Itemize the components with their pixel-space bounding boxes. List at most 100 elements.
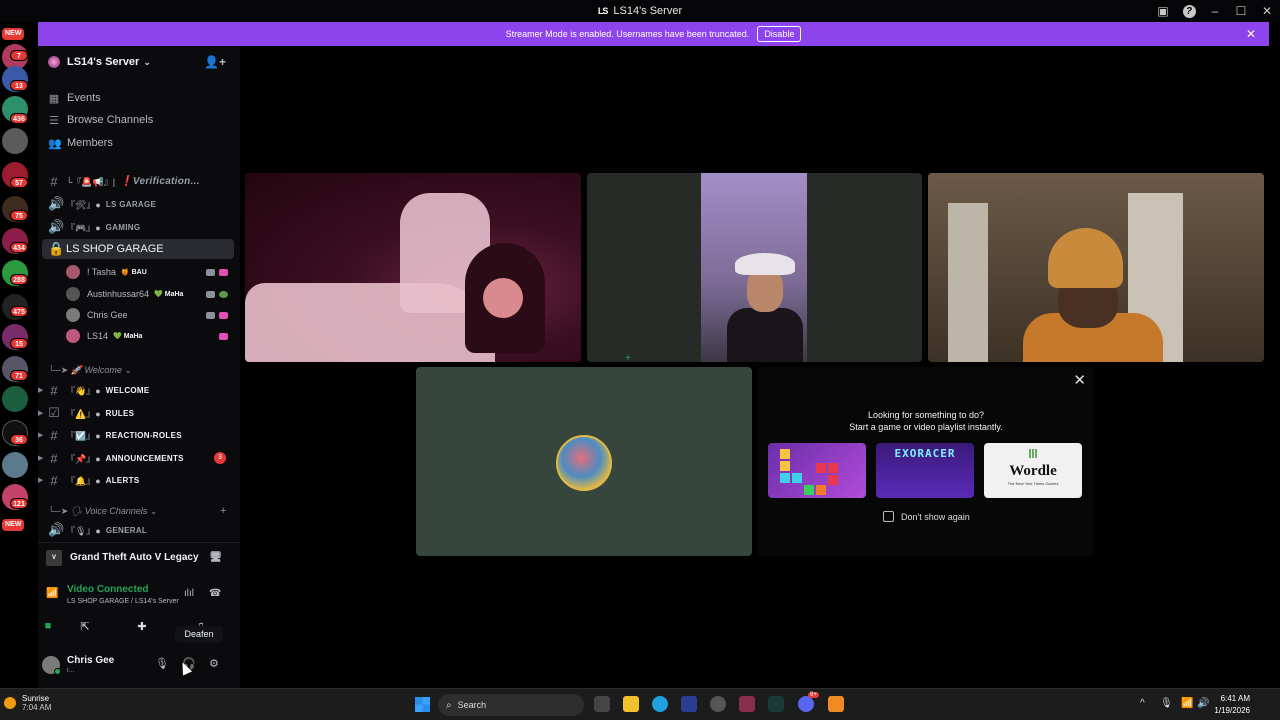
server-icon[interactable] [2,452,28,478]
chevron-right-icon: ▶ [38,432,44,439]
microphone-tray-icon[interactable]: 🎙 [1160,698,1173,709]
hash-icon: # [50,173,58,189]
stream-game-icon[interactable]: 🖥 [209,552,222,563]
edge-icon[interactable] [652,696,668,712]
window-title: LS LS14's Server [597,5,683,17]
task-view-icon[interactable] [594,696,610,712]
channel-announcements[interactable]: ▶ # 『📌』● ANNOUNCEMENTS 3 [38,448,234,468]
dont-show-again-checkbox[interactable]: Don't show again [883,511,970,522]
video-tile[interactable] [928,173,1264,362]
members-icon: 👥 [48,137,62,150]
discord-window: LS LS14's Server ▣ ? – ☐ ✕ NEW 7 13 436 … [0,0,1280,720]
obs-icon[interactable] [739,696,755,712]
server-icon[interactable] [2,386,28,412]
gear-icon[interactable]: ⚙ [209,657,219,670]
taskbar-search[interactable]: ⌕ Search [438,694,584,716]
voice-user[interactable]: Austinhussar64 💚 MaHa [66,284,232,304]
category-voice-channels[interactable]: └─➤ 🗣 Voice Channels ⌄ + [48,503,226,519]
video-tile[interactable]: + [587,173,922,362]
disable-button[interactable]: Disable [757,26,802,42]
channel-gaming[interactable]: 🔊 『🎮』● GAMING [38,217,234,237]
voice-user[interactable]: ! Tasha 🍯 BAU [66,262,232,282]
sun-icon [4,697,16,709]
user-name[interactable]: Chris Gee [67,655,114,666]
voice-status[interactable]: Video Connected [67,584,149,595]
nav-events[interactable]: ▦ Events [48,88,101,108]
settings-app-icon[interactable] [710,696,726,712]
maximize-button[interactable]: ☐ [1228,0,1254,22]
voice-user[interactable]: LS14 💚 MaHa [66,326,232,346]
server-icon[interactable] [2,128,28,154]
checkbox[interactable] [883,511,894,522]
game-card-wordle[interactable]: Wordle The New York Times Games [984,443,1082,498]
deafen-tooltip: Deafen [175,626,223,643]
channel-general[interactable]: 🔊 『🎙』● GENERAL [38,520,234,540]
rules-icon: ☑ [48,405,60,420]
voice-location[interactable]: LS SHOP GARAGE / LS14's Server [67,598,179,605]
minimize-button[interactable]: – [1202,0,1228,22]
video-tile[interactable] [245,173,581,362]
start-button[interactable] [415,697,430,712]
channel-verification[interactable]: # └『🚨📢』| ❗Verification... [38,171,234,191]
speaker-icon: 🔊 [48,196,65,211]
activities-button[interactable]: ✚ [116,616,168,636]
server-header[interactable]: LS14's Server ⌄ 👤+ [38,46,240,78]
avatar [66,329,80,343]
file-explorer-icon[interactable] [623,696,639,712]
hash-icon: # [50,472,58,488]
nav-members[interactable]: 👥 Members [48,133,113,153]
system-clock[interactable]: 6:41 AM 1/19/2026 [1214,693,1250,717]
voice-connection-panel: 📶 Video Connected LS SHOP GARAGE / LS14'… [38,580,240,610]
close-window-button[interactable]: ✕ [1254,0,1280,22]
signal-icon[interactable]: 📶 [46,588,58,599]
avatar [66,308,80,322]
chevron-up-icon[interactable]: ^ [1140,698,1145,709]
nav-browse-channels[interactable]: ☰ Browse Channels [48,110,153,130]
hash-icon: # [50,427,58,443]
game-activity[interactable]: V Grand Theft Auto V Legacy 🖥 [38,542,240,572]
invite-people-icon[interactable]: 👤+ [204,55,226,69]
microphone-icon[interactable]: 🎙 [155,657,169,670]
mention-badge: 71 [10,370,28,381]
chevron-right-icon: ▶ [38,477,44,484]
voice-user[interactable]: Chris Gee [66,305,232,325]
game-card-exoracer[interactable]: EXORACER [876,443,974,498]
mention-badge: 36 [10,434,28,445]
channel-welcome[interactable]: ▶ # 『👋』● WELCOME [38,380,234,400]
user-status-text: i... [67,667,75,674]
banner-text: Streamer Mode is enabled. Usernames have… [505,29,750,39]
close-banner-icon[interactable]: ✕ [1246,27,1256,41]
calendar-icon: ▦ [48,92,60,105]
disconnect-icon[interactable]: ☎ [209,588,221,599]
weather-widget[interactable]: Sunrise 7:04 AM [4,694,51,712]
category-welcome[interactable]: └─➤ 🚀 Welcome ⌄ [48,362,132,378]
close-icon[interactable]: ✕ [1073,371,1086,389]
channel-alerts[interactable]: ▶ # 『🔔』● ALERTS [38,470,234,490]
camera-icon [206,268,215,276]
user-avatar [556,435,612,491]
volume-icon[interactable]: 🔊 [1197,698,1209,709]
add-channel-icon[interactable]: + [220,505,226,517]
windows-taskbar: Sunrise 7:04 AM ⌕ Search 9+ ^ 🎙 📶 🔊 6:41… [0,688,1280,720]
mention-badge: 434 [10,242,28,253]
camera-icon [206,311,215,319]
inbox-icon[interactable]: ▣ [1150,0,1176,22]
channel-reaction-roles[interactable]: ▶ # 『☑️』● REACTION-ROLES [38,425,234,445]
audio-only-tile[interactable] [416,367,752,556]
app-icon[interactable] [828,696,844,712]
channel-ls-garage[interactable]: 🔊 『🛠』● LS GARAGE [38,194,234,214]
channel-ls-shop-garage[interactable]: 🔒 LS SHOP GARAGE [42,239,234,259]
channel-sidebar: LS14's Server ⌄ 👤+ ▦ Events ☰ Browse Cha… [38,46,240,688]
channel-rules[interactable]: ▶ ☑ 『⚠️』● RULES [38,403,234,423]
game-card-blocks[interactable] [768,443,866,498]
help-icon[interactable]: ? [1176,0,1202,22]
suggestion-heading: Looking for something to do? [867,410,985,420]
share-screen-button[interactable]: ⇱ [59,616,111,636]
server-name: LS14's Server [67,56,140,68]
wifi-icon[interactable]: 📶 [1181,698,1193,709]
discord-icon[interactable] [798,696,814,712]
server-rail: NEW 7 13 436 57 75 434 288 475 15 71 36 … [0,22,38,688]
terminal-icon[interactable] [768,696,784,712]
app-l-icon[interactable] [681,696,697,712]
noise-suppression-icon[interactable]: ılıl [184,588,194,599]
